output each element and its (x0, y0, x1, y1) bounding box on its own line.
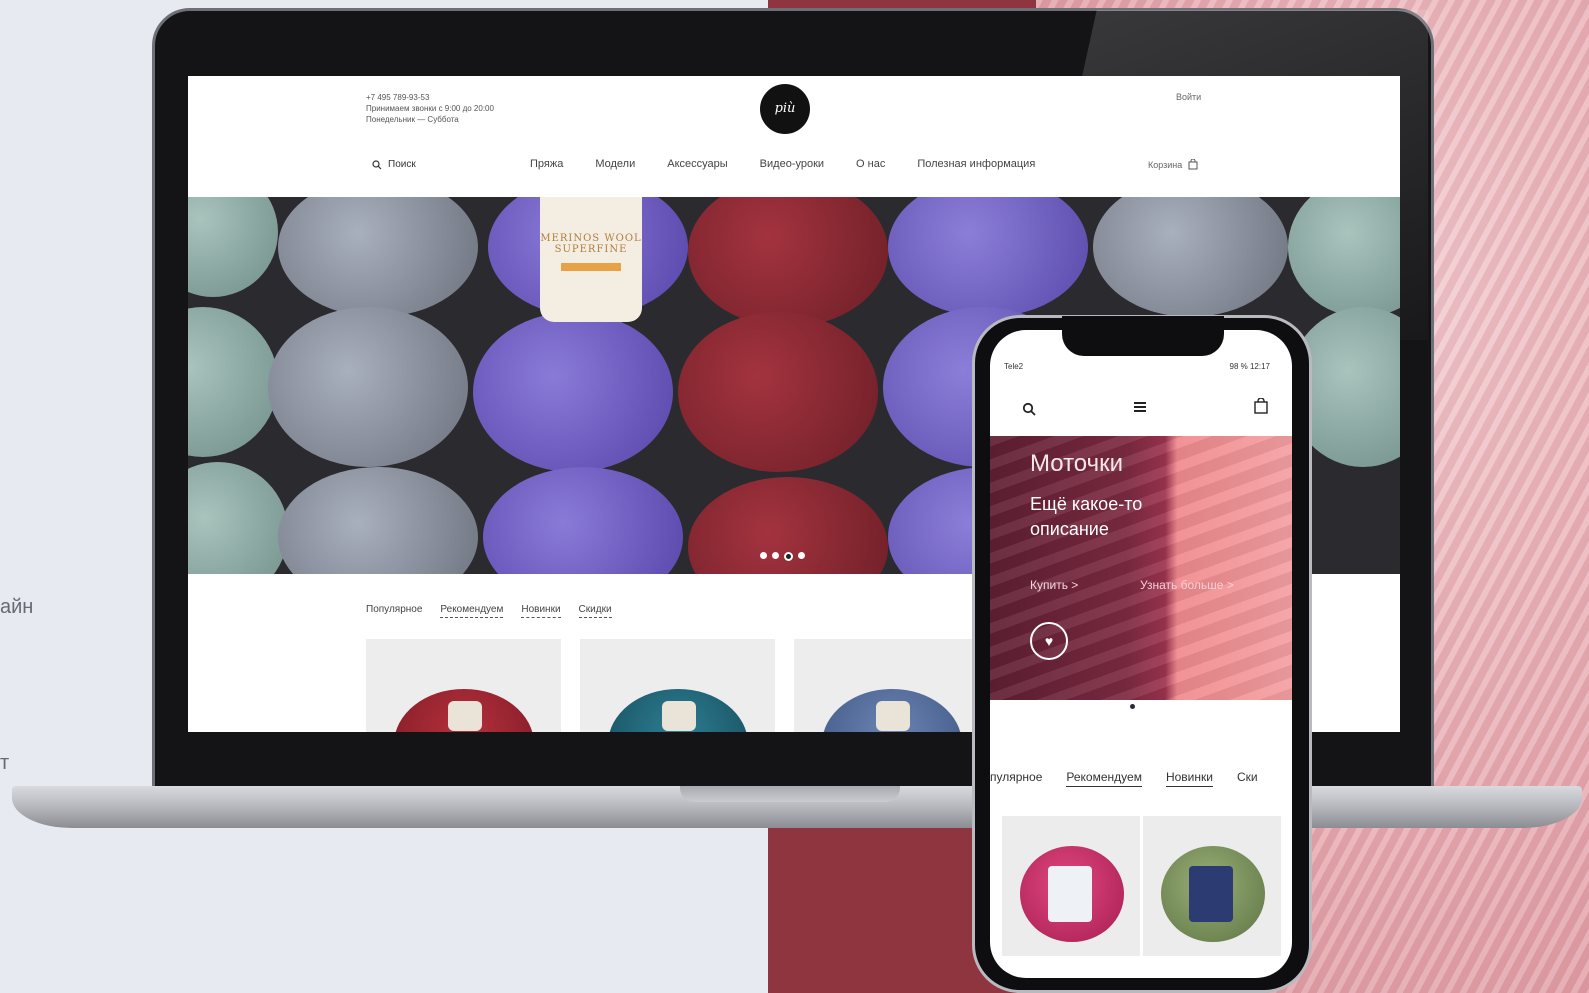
nav-item-models[interactable]: Модели (595, 158, 635, 170)
tab-sale[interactable]: Скидки (578, 604, 612, 618)
mobile-site-screen: Tele2 98 % 12:17 Моточки Ещё какое-то оп… (990, 330, 1292, 978)
contact-days: Понедельник — Суббота (366, 115, 459, 124)
slider-dot[interactable] (772, 552, 779, 559)
product-label (1048, 866, 1092, 922)
product-label (1189, 866, 1233, 922)
yarn-ball-image (188, 197, 278, 297)
mobile-search-button[interactable] (1022, 402, 1036, 419)
mobile-hero-description: Ещё какое-то описание (1030, 494, 1143, 539)
buy-link[interactable]: Купить > (1030, 578, 1078, 592)
learn-more-link[interactable]: Узнать больше > (1140, 578, 1234, 592)
contact-info: +7 495 789-93-53 Принимаем звонки с 9:00… (366, 92, 494, 125)
cart-link[interactable]: Корзина (1148, 159, 1198, 170)
phone-notch (1062, 316, 1224, 356)
tab-new[interactable]: Новинки (521, 604, 561, 618)
mobile-hero-banner[interactable]: Моточки Ещё какое-то описание Купить > У… (990, 436, 1292, 700)
mobile-menu-button[interactable] (1134, 400, 1146, 417)
product-label (876, 701, 910, 731)
product-card[interactable] (580, 639, 775, 732)
yarn-ball-image (268, 307, 468, 467)
slider-dots (760, 552, 805, 561)
yarn-ball-image (888, 197, 1088, 317)
contact-phone[interactable]: +7 495 789-93-53 (366, 92, 494, 103)
product-label (662, 701, 696, 731)
shopping-bag-icon (1254, 397, 1268, 414)
login-link[interactable]: Войти (1176, 92, 1201, 102)
yarn-ball-image (188, 307, 278, 457)
yarn-label-stripe (561, 263, 621, 271)
slider-dot[interactable] (798, 552, 805, 559)
status-carrier: Tele2 (1004, 362, 1024, 371)
mobile-slider-dot[interactable] (1130, 704, 1135, 709)
tab-new[interactable]: Новинки (1165, 770, 1213, 787)
search-icon (1022, 402, 1036, 416)
tab-recommended[interactable]: Рекомендуем (440, 604, 504, 618)
nav-item-accessories[interactable]: Аксессуары (667, 158, 727, 170)
yarn-ball-image (483, 467, 683, 574)
yarn-ball-image (688, 197, 888, 327)
yarn-ball-image (1093, 197, 1288, 317)
mobile-product-tabs: пулярное Рекомендуем Новинки Ски (990, 770, 1258, 787)
product-card[interactable] (366, 639, 561, 732)
yarn-label-line2: SUPERFINE (554, 244, 628, 255)
yarn-label-line1: MERINOS WOOL (540, 233, 642, 244)
hamburger-menu-icon (1134, 402, 1146, 412)
tab-popular[interactable]: пулярное (990, 770, 1042, 787)
yarn-label-band: MERINOS WOOL SUPERFINE (540, 197, 642, 322)
yarn-ball-image (473, 312, 673, 472)
nav-item-useful-info[interactable]: Полезная информация (917, 158, 1035, 170)
tab-recommended[interactable]: Рекомендуем (1066, 770, 1142, 787)
product-card[interactable] (794, 639, 989, 732)
search-label: Поиск (388, 159, 416, 170)
tab-popular[interactable]: Популярное (366, 604, 422, 618)
mobile-cart-button[interactable] (1254, 397, 1268, 418)
backdrop-text-fragment: т (0, 752, 10, 774)
laptop-notch (680, 786, 900, 802)
main-nav: Пряжа Модели Аксессуары Видео-уроки О на… (530, 158, 1035, 170)
yarn-ball-image (278, 467, 478, 574)
slider-dot[interactable] (760, 552, 767, 559)
nav-item-yarn[interactable]: Пряжа (530, 158, 563, 170)
tab-sale[interactable]: Ски (1237, 770, 1258, 787)
nav-item-about[interactable]: О нас (856, 158, 885, 170)
product-tabs: Популярное Рекомендуем Новинки Скидки (366, 604, 612, 618)
nav-item-video-lessons[interactable]: Видео-уроки (760, 158, 824, 170)
backdrop-text-fragment: айн (0, 596, 34, 618)
favorite-button[interactable]: ♥ (1030, 622, 1068, 660)
yarn-ball-image (278, 197, 478, 317)
status-battery-time: 98 % 12:17 (1229, 362, 1270, 371)
mobile-product-card[interactable] (1143, 816, 1281, 956)
mobile-product-card[interactable] (1002, 816, 1140, 956)
shopping-bag-icon (1188, 159, 1198, 170)
contact-hours: Принимаем звонки с 9:00 до 20:00 (366, 104, 494, 113)
search-field[interactable]: Поиск (372, 159, 416, 170)
heart-icon: ♥ (1044, 633, 1054, 649)
cart-label: Корзина (1148, 159, 1183, 170)
search-icon (372, 159, 382, 169)
product-label (448, 701, 482, 731)
yarn-ball-image (188, 462, 288, 574)
slider-dot-active[interactable] (784, 552, 793, 561)
yarn-ball-image (678, 312, 878, 472)
mobile-hero-title: Моточки (1030, 450, 1124, 477)
site-logo[interactable]: più bella (760, 84, 810, 166)
yarn-ball-image (1288, 197, 1400, 317)
